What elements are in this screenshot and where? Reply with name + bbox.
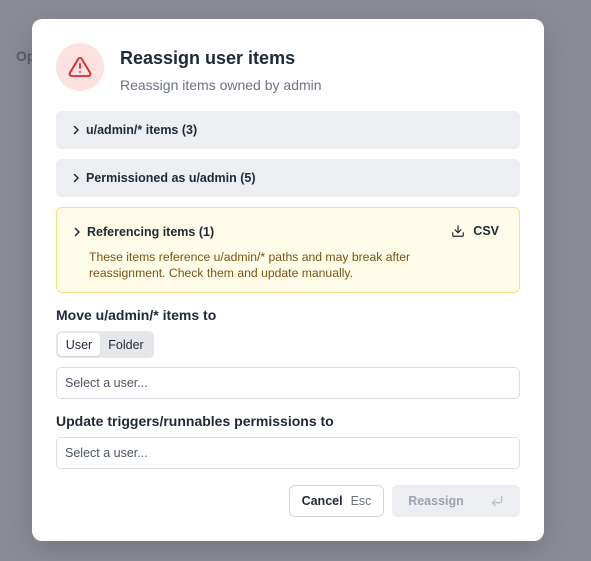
cancel-label: Cancel: [301, 494, 343, 508]
section-label: u/admin/* items (3): [86, 123, 198, 137]
csv-download-button[interactable]: CSV: [451, 224, 499, 238]
chevron-right-icon: [71, 226, 83, 238]
section-permissioned[interactable]: Permissioned as u/admin (5): [56, 159, 520, 197]
enter-key-icon: [490, 494, 504, 508]
reassign-label: Reassign: [408, 494, 464, 508]
toggle-folder[interactable]: Folder: [100, 333, 152, 356]
section-label: Permissioned as u/admin (5): [86, 171, 256, 185]
chevron-right-icon: [70, 124, 82, 136]
referencing-description: These items reference u/admin/* paths an…: [89, 250, 411, 280]
move-user-select[interactable]: Select a user...: [56, 367, 520, 399]
cancel-shortcut: Esc: [350, 494, 372, 508]
warning-badge: [56, 43, 104, 91]
reassign-button[interactable]: Reassign: [392, 485, 520, 517]
triggers-user-select[interactable]: Select a user...: [56, 437, 520, 469]
cancel-button[interactable]: Cancel Esc: [289, 485, 384, 517]
move-items-label: Move u/admin/* items to: [56, 307, 217, 323]
section-user-items[interactable]: u/admin/* items (3): [56, 111, 520, 149]
download-icon: [452, 225, 465, 237]
dialog-title: Reassign user items: [120, 48, 296, 68]
chevron-right-icon: [70, 172, 82, 184]
reassign-dialog: Reassign user items Reassign items owned…: [32, 19, 544, 541]
target-type-toggle: User Folder: [56, 331, 154, 358]
referencing-items-panel: Referencing items (1) CSV These items re…: [56, 207, 520, 293]
dialog-subtitle: Reassign items owned by admin: [120, 77, 322, 93]
referencing-items-toggle[interactable]: Referencing items (1): [71, 225, 214, 239]
triggers-permissions-label: Update triggers/runnables permissions to: [56, 413, 334, 429]
toggle-user[interactable]: User: [58, 333, 100, 356]
warning-triangle-icon: [68, 57, 92, 77]
referencing-items-label: Referencing items (1): [87, 225, 215, 239]
csv-label: CSV: [473, 224, 499, 238]
